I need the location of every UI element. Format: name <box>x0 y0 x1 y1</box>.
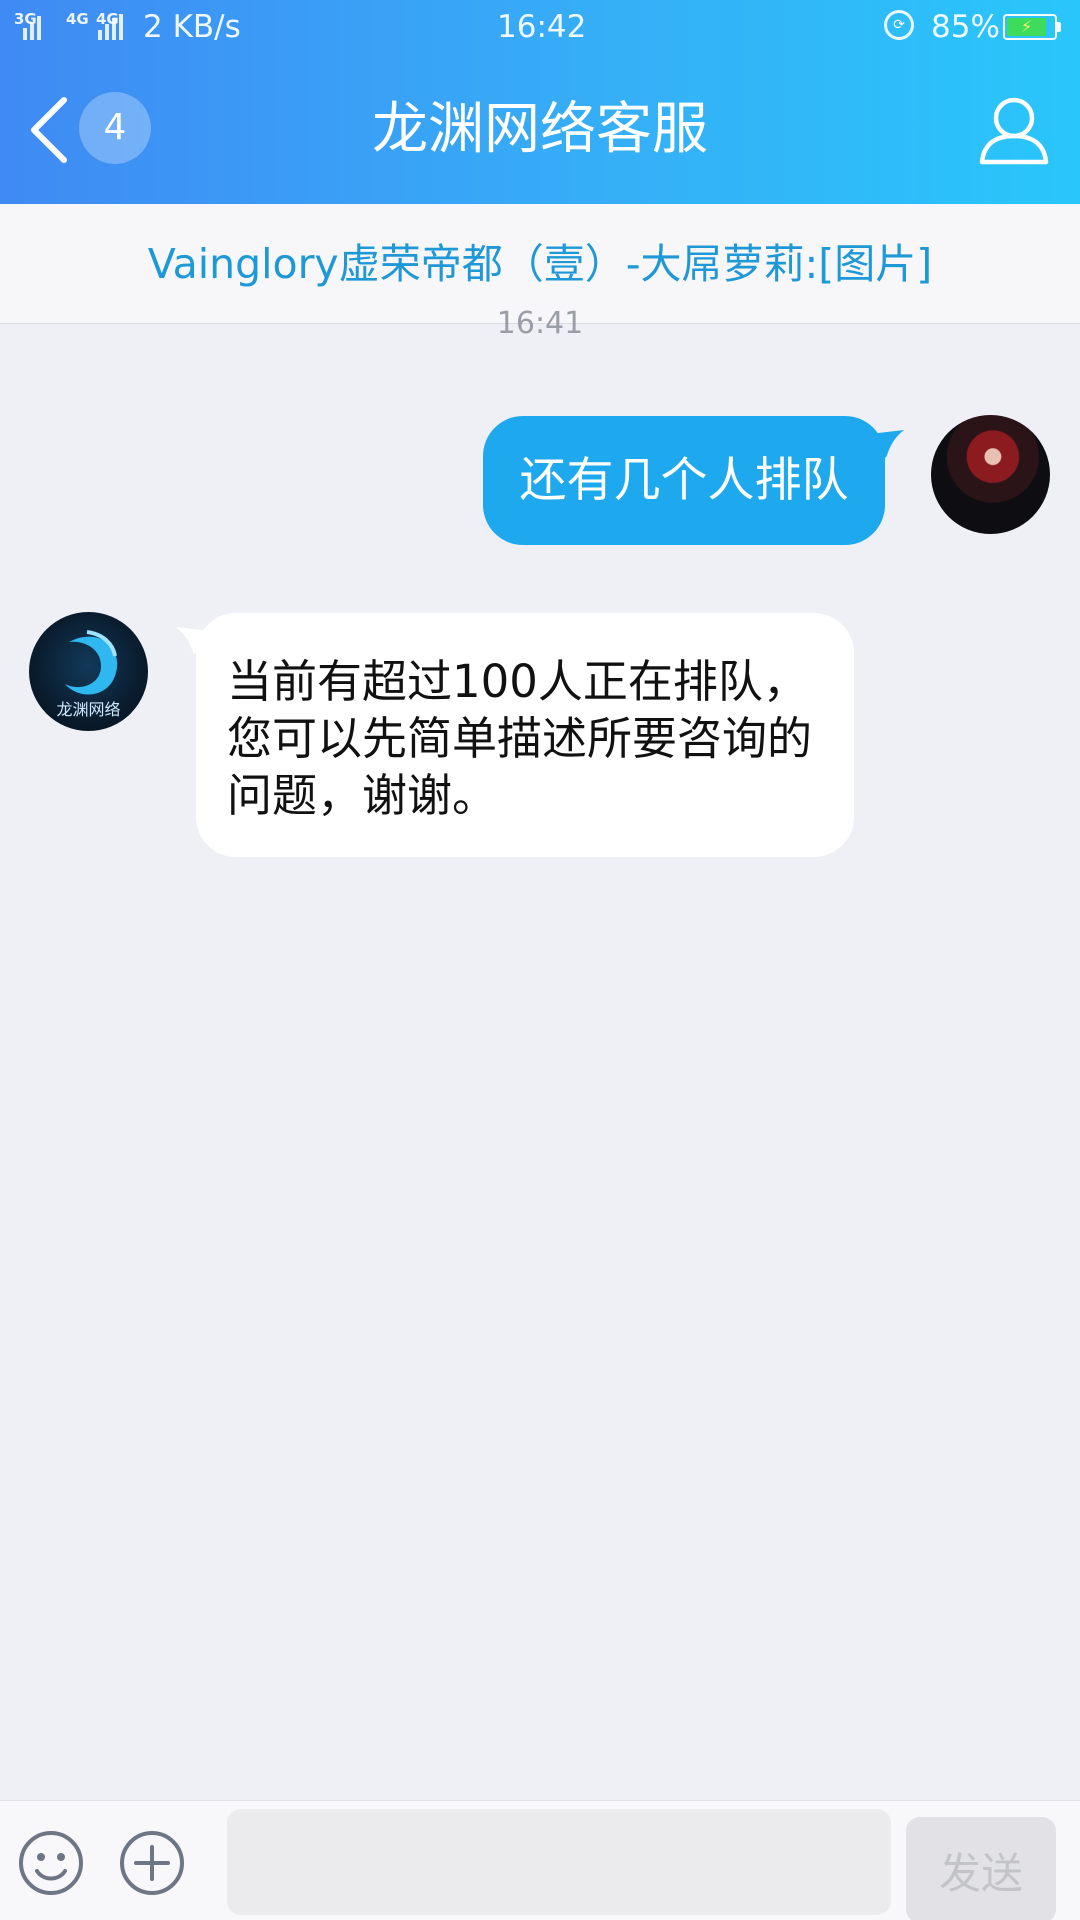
signal-icon-2 <box>98 14 123 40</box>
chat-screen: 3G 4G 4G 2 KB/s 16:42 ⟳ 85% ⚡ 4 龙渊网络客服 V… <box>0 0 1080 1920</box>
profile-button[interactable] <box>976 92 1052 168</box>
smiley-icon <box>19 1831 83 1895</box>
agent-brand: 龙渊网络 <box>56 700 121 719</box>
top-bar: 3G 4G 4G 2 KB/s 16:42 ⟳ 85% ⚡ 4 龙渊网络客服 <box>0 0 1080 204</box>
network-speed: 2 KB/s <box>143 9 241 45</box>
chevron-left-icon <box>31 97 67 163</box>
back-button[interactable] <box>24 92 76 168</box>
page-title: 龙渊网络客服 <box>372 97 708 162</box>
emoji-button[interactable] <box>17 1829 85 1897</box>
message-bubble-outgoing[interactable]: 还有几个人排队 <box>483 416 885 545</box>
unread-badge[interactable]: 4 <box>79 92 151 164</box>
plus-circle-icon <box>120 1831 184 1895</box>
rotation-lock-icon: ⟳ <box>884 10 914 40</box>
battery-percent: 85% <box>931 9 1000 45</box>
network-type-4g-a: 4G <box>66 10 89 28</box>
user-icon <box>979 97 1049 165</box>
status-bar: 3G 4G 4G 2 KB/s 16:42 ⟳ 85% ⚡ <box>0 0 1080 56</box>
my-avatar[interactable] <box>931 415 1050 534</box>
message-input[interactable] <box>227 1809 891 1915</box>
more-button[interactable] <box>118 1829 186 1897</box>
send-button[interactable]: 发送 <box>906 1817 1056 1920</box>
message-timestamp: 16:41 <box>496 306 584 341</box>
message-bubble-incoming[interactable]: 当前有超过100人正在排队，您可以先简单描述所要咨询的问题，谢谢。 <box>196 613 854 857</box>
battery-icon: ⚡ <box>1003 14 1061 40</box>
battery-charging-icon: ⚡ <box>1007 18 1047 36</box>
signal-icon <box>16 14 41 40</box>
status-clock: 16:42 <box>497 9 587 45</box>
input-bar: 发送 <box>0 1800 1080 1920</box>
agent-avatar[interactable]: 龙渊网络 <box>29 612 148 731</box>
